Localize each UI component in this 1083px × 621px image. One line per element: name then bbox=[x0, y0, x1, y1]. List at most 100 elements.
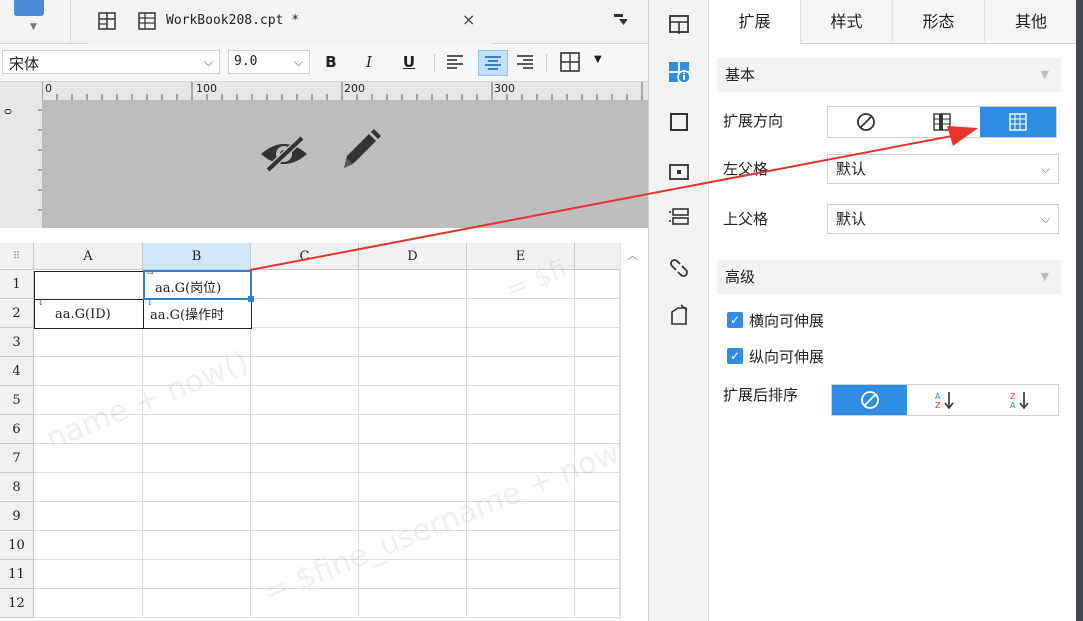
row-header[interactable]: 12 bbox=[0, 589, 34, 618]
grid-cell[interactable] bbox=[359, 328, 467, 357]
border-frame-icon[interactable] bbox=[667, 110, 691, 134]
grid-cell[interactable] bbox=[467, 589, 575, 618]
grid-cell[interactable] bbox=[467, 357, 575, 386]
chevron-up-icon[interactable]: ︿ bbox=[627, 247, 638, 263]
grid-cell[interactable] bbox=[251, 328, 359, 357]
tab-menu-icon[interactable] bbox=[614, 14, 627, 26]
app-logo-icon[interactable] bbox=[14, 0, 44, 16]
expand-direction-selector[interactable] bbox=[827, 106, 1057, 138]
sort-ascending-option[interactable]: A Z bbox=[907, 385, 982, 415]
font-size-dropdown[interactable]: 9.0 ⌵ bbox=[228, 50, 310, 74]
grid-cell[interactable] bbox=[143, 444, 251, 473]
grid-cell[interactable] bbox=[143, 589, 251, 618]
grid-cell[interactable] bbox=[575, 589, 620, 618]
grid-cell[interactable] bbox=[34, 357, 143, 386]
pencil-icon[interactable] bbox=[338, 128, 382, 172]
row-header[interactable]: 9 bbox=[0, 502, 34, 531]
grid-cell[interactable] bbox=[34, 589, 143, 618]
grid-cell[interactable] bbox=[251, 444, 359, 473]
align-left-icon[interactable] bbox=[446, 54, 464, 70]
chevron-down-icon[interactable]: ▼ bbox=[594, 54, 602, 65]
row-header[interactable]: 7 bbox=[0, 444, 34, 473]
sort-descending-option[interactable]: Z A bbox=[983, 385, 1058, 415]
grid-cell[interactable] bbox=[359, 299, 467, 328]
grid-cell[interactable] bbox=[467, 560, 575, 589]
grid-cell[interactable] bbox=[34, 531, 143, 560]
vertical-scrollbar[interactable]: ︿ bbox=[620, 243, 648, 621]
grid-cell[interactable] bbox=[143, 473, 251, 502]
expand-horizontal-option[interactable] bbox=[980, 107, 1056, 137]
grid-cell[interactable] bbox=[575, 357, 620, 386]
grid-cell[interactable] bbox=[359, 473, 467, 502]
widget-icon[interactable] bbox=[667, 160, 691, 184]
row-header[interactable]: 5 bbox=[0, 386, 34, 415]
close-icon[interactable]: × bbox=[462, 10, 475, 29]
grid-cell[interactable] bbox=[467, 328, 575, 357]
underline-button[interactable]: U bbox=[398, 50, 420, 74]
eye-off-icon[interactable] bbox=[258, 134, 310, 174]
horizontal-expand-checkbox[interactable]: ✓ bbox=[727, 312, 743, 328]
column-header-f[interactable] bbox=[575, 243, 620, 270]
grid-cell[interactable] bbox=[575, 299, 620, 328]
italic-button[interactable]: I bbox=[358, 50, 380, 74]
grid-cell[interactable] bbox=[143, 415, 251, 444]
sort-selector[interactable]: A Z Z A bbox=[831, 384, 1059, 416]
row-header[interactable]: 1 bbox=[0, 270, 34, 299]
align-center-button[interactable] bbox=[478, 50, 508, 76]
grid-cell[interactable] bbox=[575, 560, 620, 589]
grid-cell[interactable] bbox=[34, 560, 143, 589]
cell-element-icon[interactable] bbox=[667, 12, 691, 36]
align-right-icon[interactable] bbox=[516, 54, 534, 70]
grid-cell[interactable] bbox=[34, 502, 143, 531]
grid-cell[interactable] bbox=[359, 386, 467, 415]
grid-cell[interactable] bbox=[575, 502, 620, 531]
column-header-b[interactable]: B bbox=[143, 243, 251, 270]
sort-none-option[interactable] bbox=[832, 385, 908, 415]
expand-none-option[interactable] bbox=[828, 107, 904, 137]
grid-cell[interactable] bbox=[359, 270, 467, 299]
column-header-d[interactable]: D bbox=[359, 243, 467, 270]
expand-vertical-option[interactable] bbox=[904, 107, 980, 137]
grid-cell[interactable] bbox=[143, 502, 251, 531]
row-header[interactable]: 4 bbox=[0, 357, 34, 386]
cell-a2[interactable]: ↓ aa.G(ID) bbox=[34, 298, 144, 329]
bold-button[interactable]: B bbox=[320, 50, 342, 74]
tab-style[interactable]: 样式 bbox=[801, 0, 893, 44]
grid-cell[interactable] bbox=[575, 328, 620, 357]
grid-cell[interactable] bbox=[359, 589, 467, 618]
grid-cell[interactable] bbox=[467, 531, 575, 560]
grid-cell[interactable] bbox=[251, 473, 359, 502]
tab-form[interactable]: 形态 bbox=[893, 0, 985, 44]
cell-a1[interactable] bbox=[34, 271, 144, 300]
grid-cell[interactable] bbox=[251, 386, 359, 415]
row-header[interactable]: 6 bbox=[0, 415, 34, 444]
row-header[interactable]: 3 bbox=[0, 328, 34, 357]
row-header[interactable]: 11 bbox=[0, 560, 34, 589]
grid-cell[interactable] bbox=[251, 502, 359, 531]
grid-cell[interactable] bbox=[467, 299, 575, 328]
header-design-area[interactable] bbox=[0, 100, 648, 228]
tab-other[interactable]: 其他 bbox=[985, 0, 1077, 44]
left-parent-select[interactable]: 默认 ⌵ bbox=[827, 154, 1059, 184]
cell-attributes-icon[interactable] bbox=[667, 60, 691, 84]
font-name-dropdown[interactable]: 宋体 ⌵ bbox=[2, 50, 220, 74]
column-header-c[interactable]: C bbox=[251, 243, 359, 270]
cell-b2[interactable]: ↓ aa.G(操作时 bbox=[143, 299, 252, 329]
vertical-expand-checkbox[interactable]: ✓ bbox=[727, 348, 743, 364]
grid-cell[interactable] bbox=[575, 531, 620, 560]
tab-title[interactable]: WorkBook208.cpt * bbox=[166, 13, 299, 28]
tab-expand[interactable]: 扩展 bbox=[709, 0, 801, 44]
border-icon[interactable] bbox=[560, 52, 582, 72]
grid-cell[interactable] bbox=[359, 415, 467, 444]
row-header[interactable]: 8 bbox=[0, 473, 34, 502]
grid-cell[interactable] bbox=[467, 415, 575, 444]
hyperlink-icon[interactable] bbox=[667, 256, 691, 280]
share-icon[interactable] bbox=[667, 304, 691, 328]
grid-cell[interactable] bbox=[251, 357, 359, 386]
grid-cell[interactable] bbox=[34, 328, 143, 357]
condition-attributes-icon[interactable] bbox=[667, 206, 691, 230]
section-advanced[interactable]: 高级 ▼ bbox=[717, 260, 1061, 294]
grid-cell[interactable] bbox=[575, 270, 620, 299]
chevron-down-icon[interactable]: ▼ bbox=[30, 22, 37, 32]
grid-cell[interactable] bbox=[575, 386, 620, 415]
